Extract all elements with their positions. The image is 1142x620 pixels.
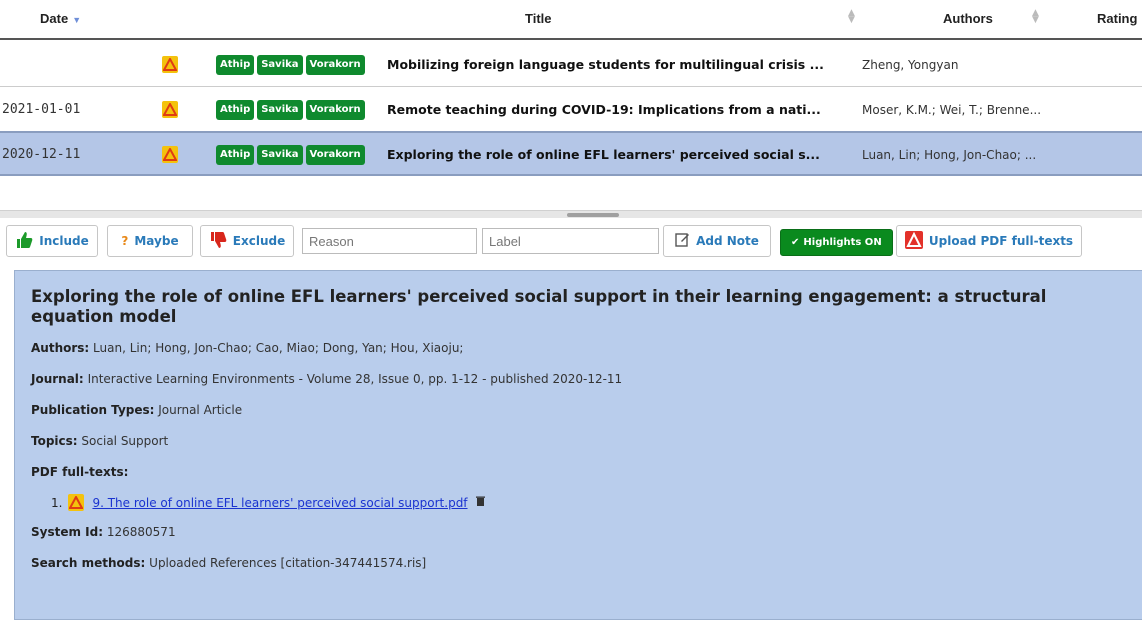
- check-icon: ✔: [791, 237, 800, 248]
- tag-label[interactable]: Savika: [257, 144, 303, 165]
- pdf-icon[interactable]: [162, 133, 178, 176]
- splitter-handle[interactable]: [567, 213, 619, 217]
- pubtype-value: Journal Article: [158, 403, 243, 417]
- pdf-icon[interactable]: [162, 42, 178, 87]
- table-row[interactable]: 2021-01-01 Athip Savika Vorakorn Remote te…: [0, 87, 1142, 132]
- detail-topics: Topics: Social Support: [31, 434, 1137, 448]
- journal-label: Journal:: [31, 372, 84, 386]
- topics-label: Topics:: [31, 434, 78, 448]
- row-title: Mobilizing foreign language students for…: [387, 57, 824, 72]
- table-row[interactable]: Athip Savika Vorakorn Mobilizing foreign l…: [0, 42, 1142, 87]
- table-row-selected[interactable]: 2020-12-11 Athip Savika Vorakorn Exploring…: [0, 131, 1142, 176]
- topics-value: Social Support: [81, 434, 169, 448]
- column-header-date[interactable]: Date ▼: [40, 11, 81, 26]
- pdf-icon[interactable]: [68, 494, 85, 511]
- row-date: 2021-01-01: [2, 102, 81, 117]
- pdf-file-link[interactable]: 9. The role of online EFL learners' perc…: [92, 496, 467, 510]
- tag-label[interactable]: Vorakorn: [305, 144, 365, 165]
- edit-note-icon: [675, 232, 690, 250]
- reference-detail-panel: Exploring the role of online EFL learner…: [14, 270, 1142, 620]
- thumbs-up-icon: [15, 231, 33, 252]
- tag-label[interactable]: Athip: [216, 99, 255, 120]
- detail-title: Exploring the role of online EFL learner…: [31, 287, 1047, 326]
- highlights-toggle[interactable]: ✔ Highlights ON: [780, 229, 893, 256]
- column-header-authors[interactable]: Authors: [943, 11, 993, 26]
- label-input[interactable]: [482, 228, 659, 254]
- row-authors: Moser, K.M.; Wei, T.; Brenne...: [862, 102, 1042, 117]
- row-authors: Luan, Lin; Hong, Jon-Chao; ...: [862, 147, 1037, 162]
- tag-label[interactable]: Savika: [257, 99, 303, 120]
- detail-journal: Journal: Interactive Learning Environmen…: [31, 372, 1137, 386]
- tag-label[interactable]: Athip: [216, 144, 255, 165]
- exclude-label: Exclude: [232, 234, 286, 248]
- search-value: Uploaded References [citation-347441574.…: [149, 556, 427, 570]
- row-tags: Athip Savika Vorakorn: [216, 42, 368, 87]
- search-label: Search methods:: [31, 556, 146, 570]
- detail-pdf-heading: PDF full-texts:: [31, 465, 1137, 479]
- pdf-upload-icon: [904, 230, 923, 252]
- column-header-title[interactable]: Title: [525, 11, 552, 26]
- row-tags: Athip Savika Vorakorn: [216, 133, 368, 176]
- tag-label[interactable]: Vorakorn: [305, 54, 365, 75]
- add-note-button[interactable]: Add Note: [663, 225, 771, 257]
- exclude-button[interactable]: Exclude: [200, 225, 294, 257]
- pdf-label: PDF full-texts:: [31, 465, 129, 479]
- tag-label[interactable]: Savika: [257, 54, 303, 75]
- journal-value: Interactive Learning Environments - Volu…: [87, 372, 623, 386]
- row-authors: Zheng, Yongyan: [862, 57, 959, 72]
- row-date: 2020-12-11: [2, 147, 81, 162]
- include-label: Include: [39, 234, 89, 248]
- reason-input[interactable]: [302, 228, 477, 254]
- row-title: Exploring the role of online EFL learner…: [387, 147, 820, 162]
- detail-authors: Authors: Luan, Lin; Hong, Jon-Chao; Cao,…: [31, 341, 1137, 355]
- trash-icon[interactable]: [475, 496, 485, 509]
- pdf-index: 1.: [51, 495, 63, 510]
- sysid-label: System Id:: [31, 525, 104, 539]
- include-button[interactable]: Include: [6, 225, 98, 257]
- question-icon: ?: [121, 234, 129, 248]
- sysid-value: 126880571: [106, 525, 176, 539]
- tag-label[interactable]: Vorakorn: [305, 99, 365, 120]
- table-header: Date ▼ Title ▲ ▼ Authors ▲ ▼ Rating: [0, 0, 1142, 40]
- authors-label: Authors:: [31, 341, 90, 355]
- maybe-button[interactable]: ? Maybe: [107, 225, 193, 257]
- pubtype-label: Publication Types:: [31, 403, 155, 417]
- upload-pdf-label: Upload PDF full-texts: [928, 234, 1074, 248]
- upload-pdf-button[interactable]: Upload PDF full-texts: [896, 225, 1082, 257]
- maybe-label: Maybe: [134, 234, 179, 248]
- detail-publication-types: Publication Types: Journal Article: [31, 403, 1137, 417]
- panel-splitter[interactable]: [0, 210, 1142, 218]
- row-title: Remote teaching during COVID-19: Implica…: [387, 102, 821, 117]
- pdf-list-item: 1. 9. The role of online EFL learners' p…: [51, 494, 1137, 511]
- authors-value: Luan, Lin; Hong, Jon-Chao; Cao, Miao; Do…: [93, 341, 464, 355]
- sort-desc-icon: ▼: [72, 15, 82, 25]
- thumbs-down-icon: [209, 231, 227, 252]
- column-header-rating[interactable]: Rating: [1097, 11, 1137, 26]
- column-header-date-label: Date: [40, 11, 69, 26]
- add-note-label: Add Note: [696, 234, 759, 248]
- tag-label[interactable]: Athip: [216, 54, 255, 75]
- highlights-label: Highlights ON: [803, 237, 882, 248]
- row-tags: Athip Savika Vorakorn: [216, 87, 368, 132]
- detail-system-id: System Id: 126880571: [31, 525, 1137, 539]
- pdf-icon[interactable]: [162, 87, 178, 132]
- detail-search-methods: Search methods: Uploaded References [cit…: [31, 556, 1137, 570]
- sort-both-icon[interactable]: ▲ ▼: [1032, 9, 1039, 25]
- sort-both-icon[interactable]: ▲ ▼: [848, 9, 855, 25]
